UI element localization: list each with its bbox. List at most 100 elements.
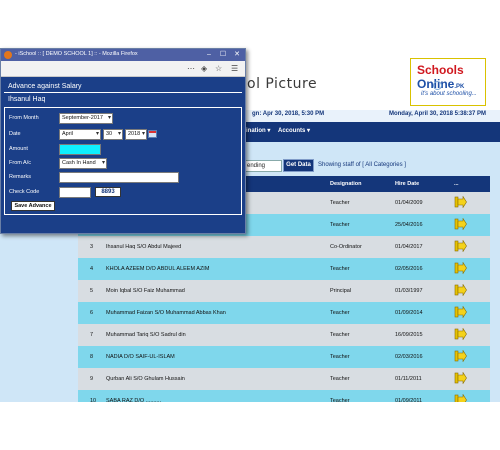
hire-date: 01/03/1997 <box>395 288 423 294</box>
staff-name: Ihsanul Haq S/O Abdul Majeed <box>106 244 182 250</box>
hire-date: 02/05/2016 <box>395 266 423 272</box>
amount-input[interactable] <box>59 144 101 155</box>
staff-designation: Principal <box>330 288 352 294</box>
schools-online-logo: Schools Online.PK it's about schooling..… <box>410 58 486 106</box>
from-month-label: From Month <box>9 115 39 121</box>
staff-designation: Teacher <box>330 200 350 206</box>
staff-designation: Teacher <box>330 266 350 272</box>
check-code-label: Check Code <box>9 189 40 195</box>
row-number: 9 <box>90 376 94 382</box>
table-row: 6 Muhammad Faizan S/O Muhammad Abbas Khan… <box>78 302 490 324</box>
form-title: Advance against Salary <box>8 83 82 90</box>
banner-picture-text: ol Picture <box>247 76 318 92</box>
login-time: gn: Apr 30, 2018, 5:30 PM <box>252 111 325 117</box>
amount-label: Amount <box>9 146 28 152</box>
staff-designation: Teacher <box>330 310 350 316</box>
hire-date: 16/09/2015 <box>395 332 423 338</box>
sort-order-select[interactable]: ending <box>244 160 282 172</box>
menu-examination[interactable]: ination ▾ <box>246 127 270 134</box>
form-title-bar: Advance against Salary <box>4 81 242 93</box>
current-datetime: Monday, April 30, 2018 5:38:37 PM <box>388 111 486 117</box>
date-day-select[interactable]: 30 <box>103 129 123 140</box>
bookmark-star-icon[interactable]: ☆ <box>215 64 222 73</box>
row-number: 3 <box>90 244 94 250</box>
staff-name: KHOLA AZEEM D/O ABDUL ALEEM AZIM <box>106 266 210 272</box>
edit-arrow-icon[interactable] <box>454 349 467 364</box>
edit-arrow-icon[interactable] <box>454 305 467 320</box>
hire-date: 01/04/2009 <box>395 200 423 206</box>
remarks-label: Remarks <box>9 174 32 180</box>
staff-designation: Teacher <box>330 222 350 228</box>
logo-suffix-text: .PK <box>454 84 465 90</box>
url-field[interactable] <box>5 63 165 75</box>
logo-ring-icon <box>433 81 442 90</box>
from-ac-label: From A/c <box>9 160 32 166</box>
shield-icon[interactable]: ◈ <box>201 64 207 73</box>
hire-date: 01/11/2011 <box>395 376 422 382</box>
date-label: Date <box>9 131 21 137</box>
edit-arrow-icon[interactable] <box>454 371 467 386</box>
staff-designation: Teacher <box>330 332 350 338</box>
hire-date: 01/09/2011 <box>395 398 423 402</box>
check-code-input[interactable] <box>59 187 91 198</box>
edit-arrow-icon[interactable] <box>454 283 467 298</box>
header-hire-date: Hire Date <box>395 181 420 187</box>
save-advance-button[interactable]: Save Advance <box>11 201 55 211</box>
from-month-select[interactable]: September-2017 <box>59 113 113 124</box>
hire-date: 02/03/2016 <box>395 354 423 360</box>
edit-arrow-icon[interactable] <box>454 217 467 232</box>
date-year-select[interactable]: 2018 <box>125 129 147 140</box>
screen: ol Picture Schools Online.PK it's about … <box>0 0 500 450</box>
table-row: 3 Ihsanul Haq S/O Abdul Majeed Co-Ordinato… <box>78 236 490 258</box>
edit-arrow-icon[interactable] <box>454 261 467 276</box>
window-title: - iSchool :: [ DEMO SCHOOL 1] :: - Mozil… <box>15 51 138 57</box>
window-titlebar: - iSchool :: [ DEMO SCHOOL 1] :: - Mozil… <box>1 49 245 61</box>
staff-name: Qurban Ali S/O Ghulam Hussain <box>106 376 185 382</box>
close-icon[interactable]: ✕ <box>231 50 243 60</box>
table-row: 9 Qurban Ali S/O Ghulam Hussain Teacher 01/… <box>78 368 490 390</box>
staff-name: Muhammad Faizan S/O Muhammad Abbas Khan <box>106 310 226 316</box>
staff-designation: Teacher <box>330 354 350 360</box>
staff-designation: Teacher <box>330 376 350 382</box>
edit-arrow-icon[interactable] <box>454 239 467 254</box>
row-number: 7 <box>90 332 94 338</box>
advance-popup-window: - iSchool :: [ DEMO SCHOOL 1] :: - Mozil… <box>0 48 246 234</box>
row-number: 8 <box>90 354 94 360</box>
remarks-input[interactable] <box>59 172 179 183</box>
hire-date: 01/04/2017 <box>395 244 423 250</box>
hire-date: 01/09/2014 <box>395 310 423 316</box>
table-row: 5 Moin Iqbal S/O Faiz Muhammad Principal 01… <box>78 280 490 302</box>
maximize-icon[interactable]: ☐ <box>217 50 229 60</box>
staff-designation: Teacher <box>330 398 350 402</box>
advance-form <box>4 107 242 215</box>
header-actions: ... <box>454 181 459 187</box>
calendar-icon[interactable] <box>148 130 157 138</box>
row-number: 6 <box>90 310 94 316</box>
header-designation: Designation <box>330 181 362 187</box>
employee-name: Ihsanul Haq <box>8 96 46 103</box>
date-month-select[interactable]: April <box>59 129 101 140</box>
menu-accounts[interactable]: Accounts ▾ <box>278 127 310 134</box>
row-number: 5 <box>90 288 94 294</box>
table-row: 8 NADIA D/O SAIF-UL-ISLAM Teacher 02/03/201… <box>78 346 490 368</box>
edit-arrow-icon[interactable] <box>454 195 467 210</box>
hire-date: 25/04/2016 <box>395 222 423 228</box>
edit-arrow-icon[interactable] <box>454 327 467 342</box>
staff-name: Moin Iqbal S/O Faiz Muhammad <box>106 288 185 294</box>
from-account-select[interactable]: Cash In Hand <box>59 158 107 169</box>
table-row: 7 Muhammad Tariq S/O Sadrul din Teacher 16/… <box>78 324 490 346</box>
row-number: 10 <box>90 398 97 402</box>
page-actions-icon[interactable]: ⋯ <box>187 64 195 73</box>
menu-icon[interactable]: ☰ <box>231 64 238 73</box>
firefox-icon <box>4 51 12 59</box>
showing-staff-text: Showing staff of [ All Categories ] <box>318 162 406 168</box>
staff-name: SABA RAZ D/O .......... <box>106 398 162 402</box>
minimize-icon[interactable]: – <box>203 50 215 60</box>
table-row: 4 KHOLA AZEEM D/O ABDUL ALEEM AZIM Teacher… <box>78 258 490 280</box>
staff-name: NADIA D/O SAIF-UL-ISLAM <box>106 354 175 360</box>
logo-schools-text: Schools <box>417 63 464 77</box>
captcha-code: 8893 <box>95 187 121 197</box>
row-number: 4 <box>90 266 94 272</box>
edit-arrow-icon[interactable] <box>454 393 467 402</box>
get-data-button[interactable]: Get Data <box>283 159 314 172</box>
